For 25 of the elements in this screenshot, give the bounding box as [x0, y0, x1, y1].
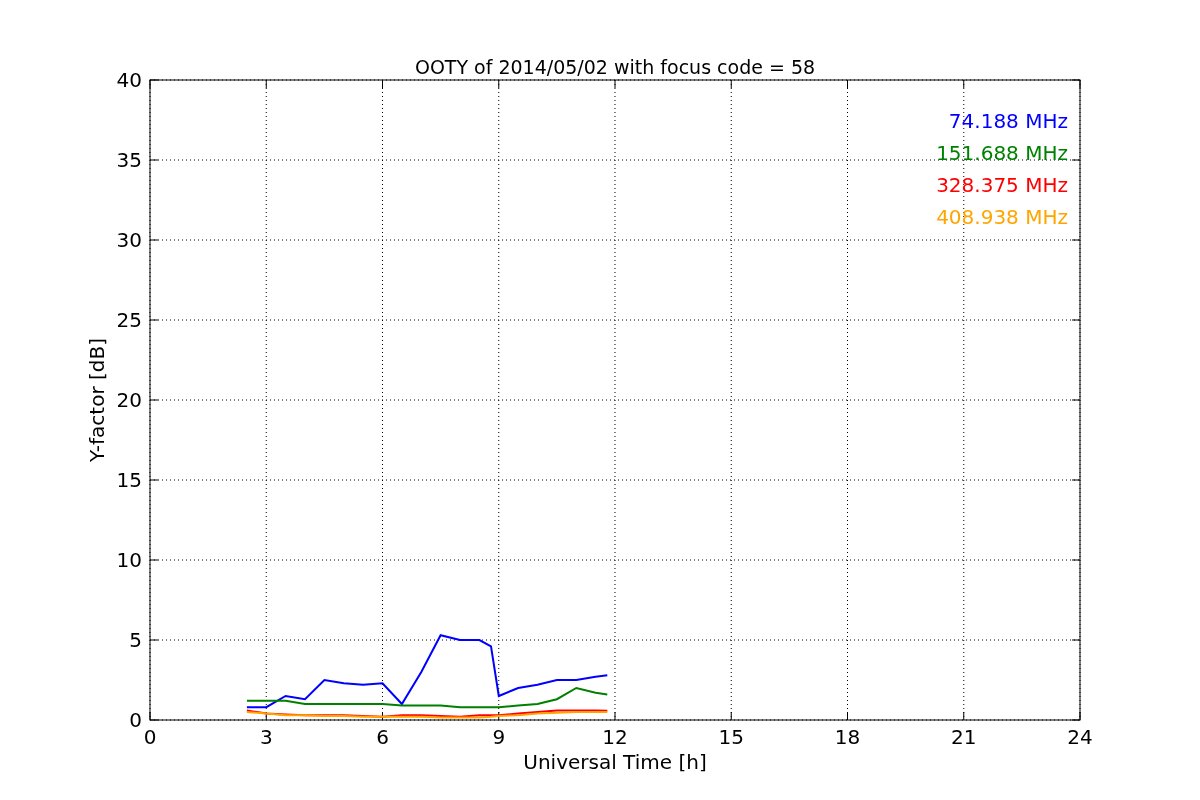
tick-label: 15	[718, 725, 744, 749]
tick-label: 0	[143, 725, 157, 749]
tick-label: 12	[602, 725, 628, 749]
y-axis-label: Y-factor [dB]	[85, 338, 109, 462]
tick-label: 35	[116, 148, 142, 172]
tick-label: 21	[951, 725, 977, 749]
tick-label: 10	[116, 548, 142, 572]
tick-label: 20	[116, 388, 142, 412]
legend-label: 151.688 MHz	[936, 141, 1068, 165]
legend-label: 328.375 MHz	[936, 173, 1068, 197]
tick-label: 25	[116, 308, 142, 332]
tick-label: 30	[116, 228, 142, 252]
legend-label: 74.188 MHz	[948, 109, 1068, 133]
tick-label: 18	[834, 725, 861, 749]
tick-label: 9	[492, 725, 506, 749]
tick-label: 40	[116, 68, 142, 92]
tick-label: 0	[129, 708, 142, 732]
tick-label: 6	[376, 725, 389, 749]
tick-label: 5	[129, 628, 142, 652]
legend-label: 408.938 MHz	[936, 205, 1068, 229]
chart-title: OOTY of 2014/05/02 with focus code = 58	[414, 56, 816, 78]
x-axis-label: Universal Time [h]	[523, 750, 707, 774]
tick-label: 24	[1067, 725, 1093, 749]
tick-label: 3	[259, 725, 273, 749]
tick-label: 15	[116, 468, 142, 492]
